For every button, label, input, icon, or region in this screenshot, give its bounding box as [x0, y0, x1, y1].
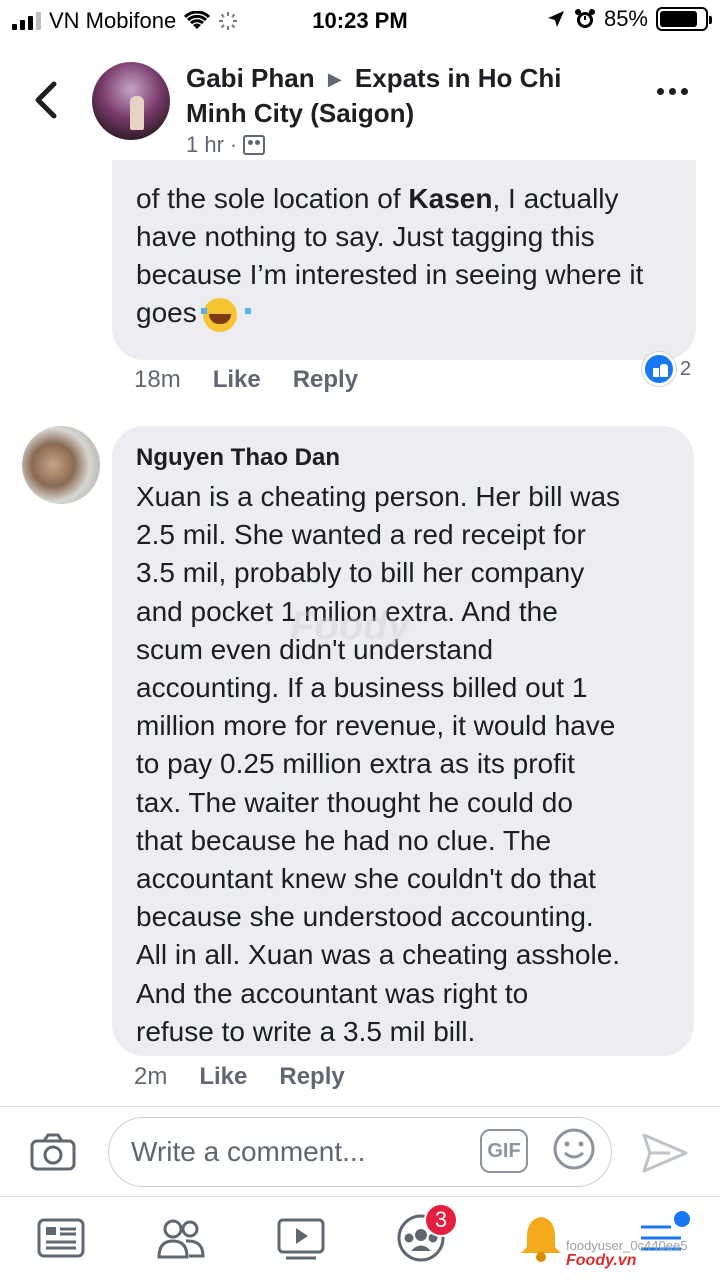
gif-button[interactable]: GIF — [480, 1129, 528, 1173]
location-arrow-icon — [547, 11, 564, 27]
comment-text: of the sole location of — [136, 183, 409, 214]
like-button[interactable]: Like — [213, 366, 261, 394]
comment-input[interactable]: Write a comment... — [108, 1117, 612, 1187]
comment-actions: 18m Like Reply — [134, 366, 358, 394]
watermark: Foody — [290, 604, 410, 648]
like-button[interactable]: Like — [199, 1063, 247, 1091]
camera-icon[interactable] — [30, 1133, 76, 1171]
reply-button[interactable]: Reply — [279, 1063, 344, 1091]
news-feed-icon[interactable] — [36, 1213, 86, 1263]
poster-name[interactable]: Gabi Phan — [186, 63, 315, 93]
status-right: 85% — [546, 6, 712, 32]
more-options-button[interactable] — [657, 88, 688, 95]
back-button[interactable] — [28, 78, 68, 122]
notifications-bell-icon[interactable] — [516, 1213, 566, 1263]
comment-mention[interactable]: Kasen — [408, 183, 492, 214]
comment-composer: Write a comment... GIF — [0, 1106, 720, 1196]
reaction-summary[interactable]: 2 — [642, 352, 691, 386]
user-watermark: foodyuser_0c440ee5 — [566, 1238, 688, 1253]
triangle-right-icon: ▶ — [327, 69, 342, 89]
post-title: Gabi Phan ▶ Expats in Ho Chi Minh City (… — [186, 62, 606, 129]
post-meta: 1 hr · — [186, 132, 266, 158]
status-bar: VN Mobifone 10:23 PM 85% — [0, 0, 720, 40]
watch-video-icon[interactable] — [276, 1213, 326, 1263]
post-time[interactable]: 1 hr — [186, 132, 224, 158]
friends-icon[interactable] — [156, 1213, 206, 1263]
group-privacy-icon — [243, 135, 266, 155]
alarm-icon — [574, 9, 595, 28]
emoji-button-icon[interactable] — [552, 1127, 596, 1171]
comment-time: 2m — [134, 1063, 168, 1090]
commenter-avatar[interactable] — [22, 426, 100, 504]
comment-text: Xuan is a cheating person. Her bill was … — [136, 481, 621, 1047]
thumbs-up-icon — [642, 352, 676, 386]
post-header: Gabi Phan ▶ Expats in Ho Chi Minh City (… — [0, 48, 720, 168]
poster-avatar[interactable] — [92, 62, 170, 140]
reaction-count: 2 — [680, 357, 692, 380]
laughing-tears-emoji-icon — [200, 297, 251, 332]
comment-bubble: of the sole location of Kasen, I actuall… — [112, 160, 696, 360]
groups-badge: 3 — [424, 1203, 458, 1237]
comment-time: 18m — [134, 366, 181, 393]
reply-button[interactable]: Reply — [293, 366, 358, 394]
commenter-name[interactable]: Nguyen Thao Dan — [136, 442, 672, 474]
comment-bubble: Nguyen Thao Dan Xuan is a cheating perso… — [112, 426, 694, 1056]
battery-icon — [656, 7, 712, 31]
battery-percent: 85% — [603, 6, 648, 31]
comment-actions: 2m Like Reply — [134, 1063, 345, 1091]
send-icon[interactable] — [640, 1131, 690, 1175]
foody-logo: Foody.vn — [566, 1252, 637, 1269]
meta-separator: · — [229, 132, 238, 157]
menu-indicator-dot — [674, 1211, 690, 1227]
